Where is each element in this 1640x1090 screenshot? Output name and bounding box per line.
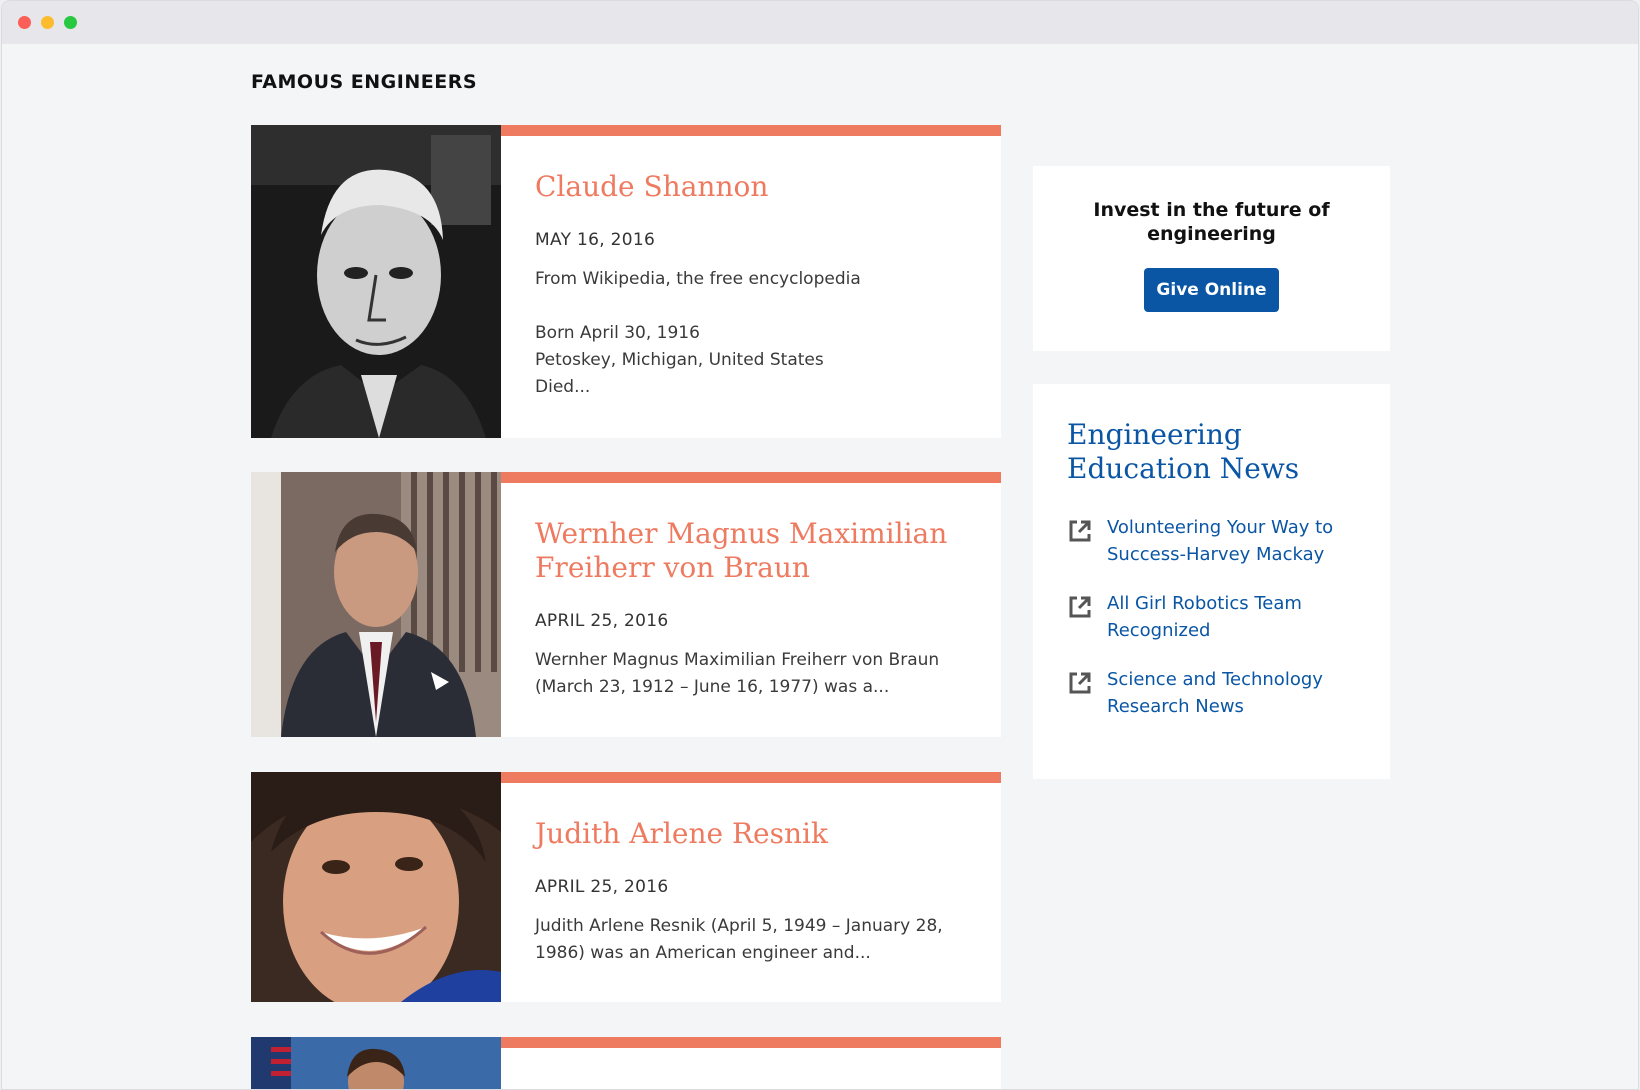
minimize-window-button[interactable] bbox=[41, 16, 54, 29]
news-heading: Engineering Education News bbox=[1067, 418, 1300, 485]
article-title[interactable]: Claude Shannon bbox=[535, 170, 967, 204]
page-title: FAMOUS ENGINEERS bbox=[251, 71, 478, 93]
news-box: Engineering Education News Volunteering … bbox=[1033, 384, 1390, 779]
donate-box: Invest in the future of engineering Give… bbox=[1033, 166, 1390, 351]
article-card[interactable]: Claude Shannon MAY 16, 2016 From Wikiped… bbox=[251, 125, 1001, 438]
article-card[interactable]: Judith Arlene Resnik APRIL 25, 2016 Judi… bbox=[251, 772, 1001, 1002]
article-card[interactable]: Wernher Magnus Maximilian Freiherr von B… bbox=[251, 472, 1001, 737]
donate-heading: Invest in the future of engineering bbox=[1093, 199, 1330, 245]
external-link-icon bbox=[1069, 520, 1091, 542]
article-excerpt: Wernher Magnus Maximilian Freiherr von B… bbox=[535, 650, 940, 697]
portrait-image bbox=[251, 472, 501, 737]
article-photo[interactable] bbox=[251, 1037, 501, 1089]
external-link-icon bbox=[1069, 596, 1091, 618]
article-body: Wernher Magnus Maximilian Freiherr von B… bbox=[501, 472, 1001, 737]
news-link[interactable]: Science and Technology Research News bbox=[1107, 666, 1356, 720]
article-title[interactable]: Wernher Magnus Maximilian Freiherr von B… bbox=[535, 517, 967, 585]
maximize-window-button[interactable] bbox=[64, 16, 77, 29]
article-date: MAY 16, 2016 bbox=[535, 230, 656, 250]
external-link-icon bbox=[1069, 672, 1091, 694]
portrait-image bbox=[251, 772, 501, 1002]
browser-window: FAMOUS ENGINEERS Claude Shannon MAY 16, … bbox=[2, 1, 1638, 1089]
article-excerpt: Judith Arlene Resnik (April 5, 1949 – Ja… bbox=[535, 916, 943, 963]
article-photo[interactable] bbox=[251, 125, 501, 438]
article-body: Claude Shannon MAY 16, 2016 From Wikiped… bbox=[501, 125, 1001, 438]
article-card[interactable] bbox=[251, 1037, 1001, 1089]
article-photo[interactable] bbox=[251, 472, 501, 737]
news-item[interactable]: Volunteering Your Way to Success-Harvey … bbox=[1067, 514, 1356, 568]
window-titlebar bbox=[2, 1, 1638, 44]
news-link[interactable]: All Girl Robotics Team Recognized bbox=[1107, 590, 1356, 644]
article-title[interactable]: Judith Arlene Resnik bbox=[535, 817, 967, 851]
close-window-button[interactable] bbox=[18, 16, 31, 29]
news-item[interactable]: All Girl Robotics Team Recognized bbox=[1067, 590, 1356, 644]
article-body bbox=[501, 1037, 1001, 1089]
article-photo[interactable] bbox=[251, 772, 501, 1002]
give-online-button[interactable]: Give Online bbox=[1144, 268, 1279, 312]
article-date: APRIL 25, 2016 bbox=[535, 611, 669, 631]
portrait-image bbox=[251, 1037, 501, 1089]
article-date: APRIL 25, 2016 bbox=[535, 877, 669, 897]
article-excerpt: From Wikipedia, the free encyclopedia Bo… bbox=[535, 269, 861, 397]
portrait-image bbox=[251, 125, 501, 438]
article-body: Judith Arlene Resnik APRIL 25, 2016 Judi… bbox=[501, 772, 1001, 1002]
news-link[interactable]: Volunteering Your Way to Success-Harvey … bbox=[1107, 514, 1356, 568]
news-item[interactable]: Science and Technology Research News bbox=[1067, 666, 1356, 720]
